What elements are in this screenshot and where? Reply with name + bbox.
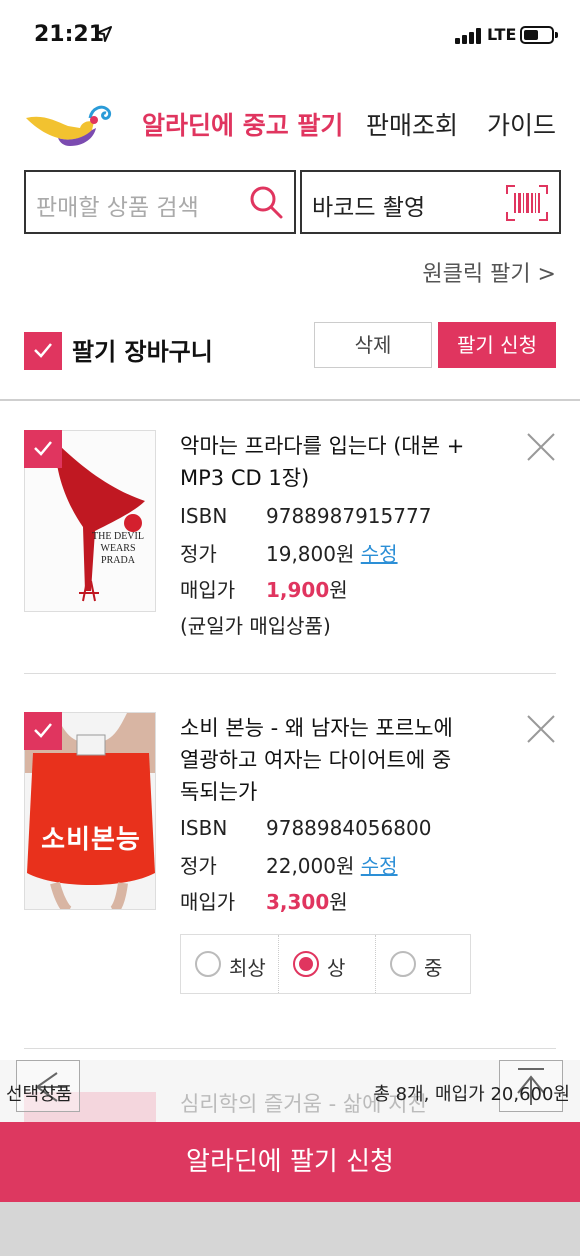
nav-sales-history[interactable]: 판매조회 <box>366 106 458 142</box>
isbn-value: 9788984056800 <box>266 816 432 840</box>
selected-items-label: 선택상품 <box>6 1084 73 1105</box>
barcode-scan-button[interactable]: 바코드 촬영 <box>300 170 561 234</box>
battery-icon <box>520 26 558 44</box>
check-icon <box>34 723 52 738</box>
item-note: (균일가 매입상품) <box>180 614 331 638</box>
price-row: 정가 22,000원 수정 <box>180 850 398 879</box>
buy-price-value: 1,900 <box>266 578 330 602</box>
radio-icon <box>195 951 221 977</box>
bottom-bar <box>0 1202 580 1256</box>
search-input[interactable]: 판매할 상품 검색 <box>24 170 296 234</box>
cover-text: THE DEVIL WEARS PRADA <box>92 531 144 566</box>
item-divider <box>24 1048 556 1049</box>
price-value: 22,000원 <box>266 854 355 878</box>
item-divider <box>24 673 556 674</box>
total-summary: 총 8개, 매입가 20,600원 <box>373 1084 570 1105</box>
condition-grade-selector: 최상 상 중 <box>180 934 471 994</box>
status-bar: 21:21 LTE <box>0 0 580 70</box>
edit-link[interactable]: 수정 <box>361 854 398 878</box>
item-checkbox[interactable] <box>24 712 62 750</box>
item-title[interactable]: 악마는 프라다를 입는다 (대본 + MP3 CD 1장) <box>180 430 470 494</box>
close-icon[interactable] <box>526 432 556 462</box>
search-placeholder: 판매할 상품 검색 <box>36 195 199 221</box>
cover-text: 소비본능 <box>41 825 141 855</box>
item-title[interactable]: 소비 본능 - 왜 남자는 포르노에 열광하고 여자는 다이어트에 중독되는가 <box>180 712 460 808</box>
check-icon <box>34 441 52 456</box>
close-icon[interactable] <box>526 714 556 744</box>
edit-link[interactable]: 수정 <box>361 542 398 566</box>
aladin-lamp-logo-icon[interactable] <box>24 98 116 148</box>
top-nav: 알라딘에 중고 팔기 판매조회 가이드 <box>0 90 580 160</box>
cart-header: 팔기 장바구니 삭제 팔기 신청 <box>0 320 580 374</box>
list-item: THE DEVIL WEARS PRADA 악마는 프라다를 입는다 (대본 +… <box>0 430 580 670</box>
grade-option-good[interactable]: 상 <box>278 935 375 993</box>
grade-option-medium[interactable]: 중 <box>375 935 472 993</box>
isbn-row: ISBN 9788987915777 <box>180 504 432 528</box>
grade-option-best[interactable]: 최상 <box>181 935 278 993</box>
buy-price-row: 매입가 3,300원 <box>180 890 348 914</box>
check-icon <box>34 343 52 358</box>
network-label: LTE <box>487 25 517 44</box>
summary-overlay: 심리학의 즐거움 - 삶에 지친 선택상품 총 8개, 매입가 20,600원 <box>0 1060 580 1122</box>
select-all-checkbox[interactable] <box>24 332 62 370</box>
cart-title: 팔기 장바구니 <box>72 338 213 366</box>
buy-price-value: 3,300 <box>266 890 330 914</box>
nav-guide[interactable]: 가이드 <box>487 106 556 142</box>
barcode-icon <box>506 185 548 221</box>
location-arrow-icon <box>96 26 112 42</box>
delete-button[interactable]: 삭제 <box>314 322 432 368</box>
divider <box>0 399 580 401</box>
price-row: 정가 19,800원 수정 <box>180 538 398 567</box>
item-checkbox[interactable] <box>24 430 62 468</box>
buy-price-row: 매입가 1,900원 <box>180 578 348 602</box>
radio-selected-icon <box>293 951 319 977</box>
barcode-label: 바코드 촬영 <box>312 195 426 221</box>
signal-icon <box>455 28 483 44</box>
oneclick-sell-link[interactable]: 원클릭 팔기 > <box>422 256 556 288</box>
isbn-value: 9788987915777 <box>266 504 432 528</box>
page-title[interactable]: 알라딘에 중고 팔기 <box>142 106 343 142</box>
sell-apply-button[interactable]: 팔기 신청 <box>438 322 556 368</box>
radio-icon <box>390 951 416 977</box>
status-time: 21:21 <box>34 22 105 47</box>
isbn-row: ISBN 9788984056800 <box>180 816 432 840</box>
submit-sell-button[interactable]: 알라딘에 팔기 신청 <box>0 1122 580 1202</box>
search-icon[interactable] <box>248 184 284 220</box>
price-value: 19,800원 <box>266 542 355 566</box>
